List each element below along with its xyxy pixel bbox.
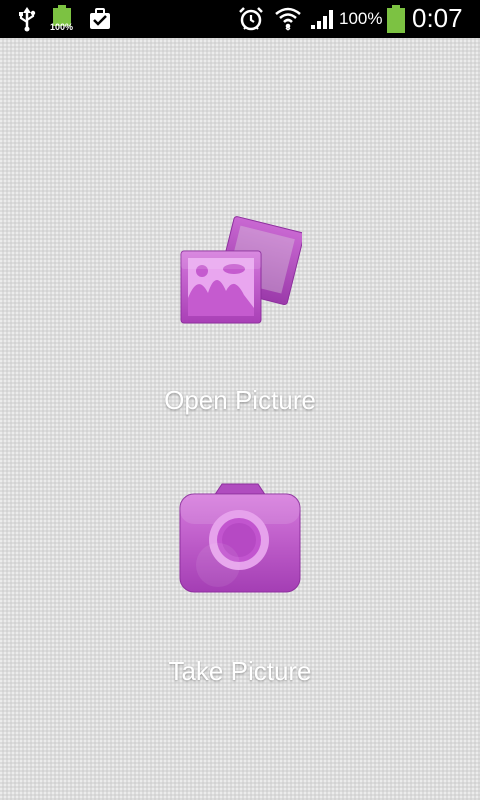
photo-gallery-icon — [178, 213, 305, 325]
signal-icon — [310, 0, 336, 38]
take-picture-button[interactable]: Take Picture — [0, 478, 480, 698]
clipboard-check-icon — [88, 0, 112, 38]
status-bar: 100% 100% 0:07 — [0, 0, 480, 38]
take-picture-label: Take Picture — [168, 656, 312, 686]
alarm-icon — [238, 0, 264, 38]
wifi-icon — [274, 0, 302, 38]
battery-small-label: 100% — [50, 22, 74, 32]
battery-percent: 100% — [339, 9, 383, 28]
battery-full-icon — [52, 0, 72, 38]
battery-icon — [386, 0, 406, 38]
camera-icon — [178, 480, 302, 595]
open-picture-button[interactable]: Open Picture — [0, 205, 480, 430]
clock-time: 0:07 — [412, 3, 463, 33]
open-picture-label: Open Picture — [164, 385, 316, 415]
usb-icon — [16, 0, 38, 38]
